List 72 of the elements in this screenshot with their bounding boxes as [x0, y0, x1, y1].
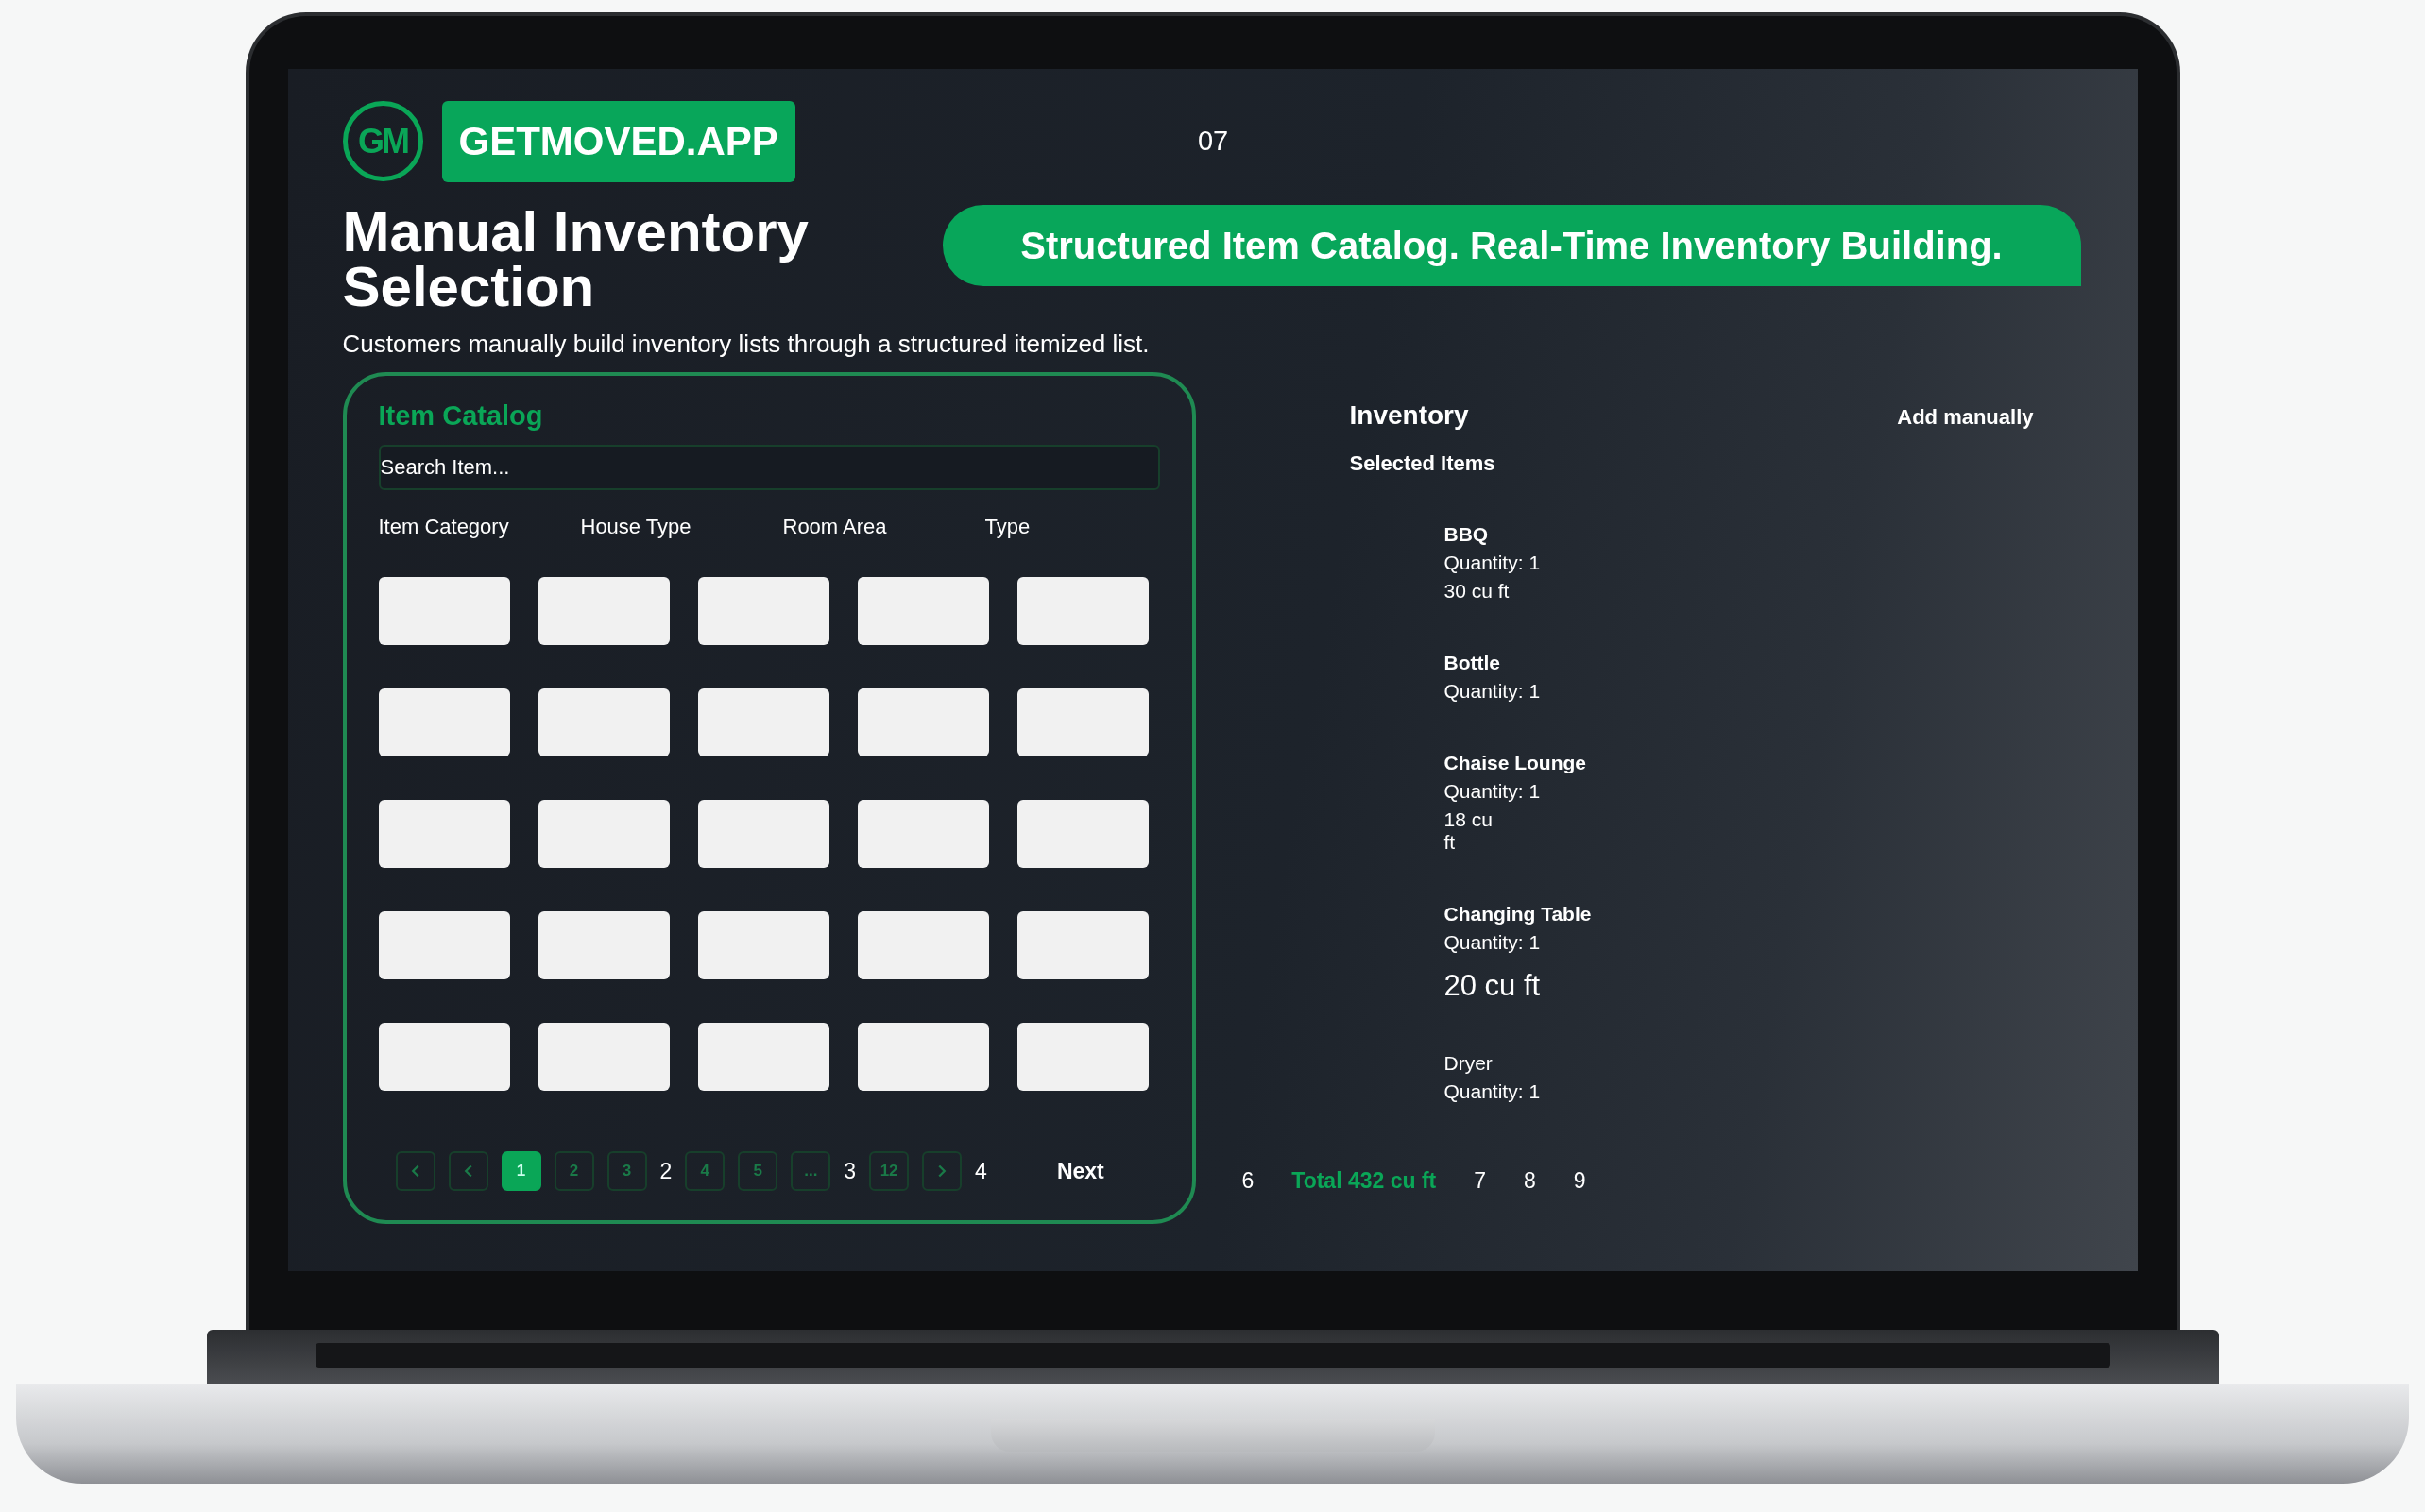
photo-placeholder[interactable]	[538, 1023, 670, 1091]
item-name: Bottle	[1443, 652, 1501, 674]
photo-placeholder[interactable]	[697, 577, 829, 645]
total-volume: Total 432 cu ft	[1291, 1168, 1437, 1194]
item-detail: Quantity: 1	[1443, 680, 1542, 703]
item-detail: Quantity: 1	[1443, 931, 1542, 954]
inventory-title: Inventory	[1349, 400, 1469, 431]
marker-number: 8	[1524, 1168, 1536, 1194]
photo-placeholder[interactable]	[378, 577, 510, 645]
photo-placeholder[interactable]	[378, 1023, 510, 1091]
page-button[interactable]: 4	[685, 1151, 726, 1191]
page-button[interactable]: 12	[869, 1151, 910, 1191]
photo-placeholder[interactable]	[697, 688, 829, 756]
logo: GM	[342, 101, 423, 181]
photo-placeholder[interactable]	[1016, 800, 1149, 868]
subtitle: Customers manually build inventory lists through a structured itemized list.	[342, 330, 1151, 359]
marker-number: 6	[1241, 1168, 1255, 1194]
item-detail: Quantity: 1	[1443, 552, 1542, 574]
photo-placeholder[interactable]	[538, 688, 670, 756]
page-button[interactable]: 3	[606, 1151, 647, 1191]
page-title: Manual Inventory Selection	[342, 205, 810, 314]
panel-title: Item Catalog	[378, 400, 544, 432]
item-detail: Quantity: 1	[1443, 1080, 1542, 1103]
photo-placeholder[interactable]	[857, 800, 989, 868]
brand-badge: GETMOVED.APP	[441, 100, 795, 182]
filter-label[interactable]: Type	[984, 515, 1187, 539]
previous-page-button[interactable]	[395, 1151, 435, 1191]
item-detail: 18 cu ft	[1443, 808, 1494, 854]
page-button[interactable]: ...	[791, 1151, 831, 1191]
photo-placeholder[interactable]	[697, 1023, 829, 1091]
photo-placeholder[interactable]	[1016, 688, 1149, 756]
marker-number: 2	[659, 1158, 673, 1184]
photo-placeholder[interactable]	[697, 800, 829, 868]
page-button[interactable]: 2	[554, 1151, 594, 1191]
filter-label[interactable]: Item Category	[378, 515, 581, 539]
slide-number: 07	[1197, 126, 1229, 157]
add-manually-button[interactable]: Add manually	[1897, 405, 2034, 430]
photo-placeholder[interactable]	[1016, 911, 1149, 979]
section-heading: Selected Items	[1348, 451, 1496, 476]
item-name: Dryer	[1443, 1052, 1494, 1075]
item-name: BBQ	[1443, 523, 1490, 546]
photo-placeholder[interactable]	[538, 911, 670, 979]
page-button[interactable]: 5	[738, 1151, 778, 1191]
tagline-banner: Structured Item Catalog. Real-Time Inventory Building.	[942, 205, 2081, 286]
next-link[interactable]: Next	[1056, 1158, 1104, 1184]
item-detail: Quantity: 1	[1443, 780, 1542, 803]
marker-number: 4	[975, 1158, 987, 1184]
photo-placeholder[interactable]	[538, 577, 670, 645]
photo-placeholder[interactable]	[857, 577, 989, 645]
next-page-button[interactable]	[922, 1151, 963, 1191]
item-name: Changing Table	[1443, 903, 1593, 926]
photo-placeholder[interactable]	[857, 688, 989, 756]
photo-placeholder[interactable]	[538, 800, 670, 868]
item-detail: 20 cu ft	[1443, 969, 1542, 1003]
marker-number: 7	[1474, 1168, 1487, 1194]
search-field[interactable]: Search Item...	[378, 445, 1160, 490]
photo-placeholder[interactable]	[697, 911, 829, 979]
previous-page-button[interactable]	[448, 1151, 488, 1191]
photo-placeholder[interactable]	[857, 911, 989, 979]
photo-placeholder[interactable]	[1016, 1023, 1149, 1091]
photo-placeholder[interactable]	[857, 1023, 989, 1091]
filter-label[interactable]: House Type	[580, 515, 783, 539]
marker-number: 3	[844, 1158, 857, 1184]
page-button[interactable]: 1	[501, 1151, 541, 1191]
photo-placeholder[interactable]	[378, 800, 510, 868]
photo-placeholder[interactable]	[378, 688, 510, 756]
item-detail: 30 cu ft	[1443, 580, 1511, 603]
filter-label[interactable]: Room Area	[782, 515, 985, 539]
photo-placeholder[interactable]	[378, 911, 510, 979]
marker-number: 9	[1573, 1168, 1586, 1194]
item-name: Chaise Lounge	[1443, 752, 1588, 774]
photo-placeholder[interactable]	[1016, 577, 1149, 645]
